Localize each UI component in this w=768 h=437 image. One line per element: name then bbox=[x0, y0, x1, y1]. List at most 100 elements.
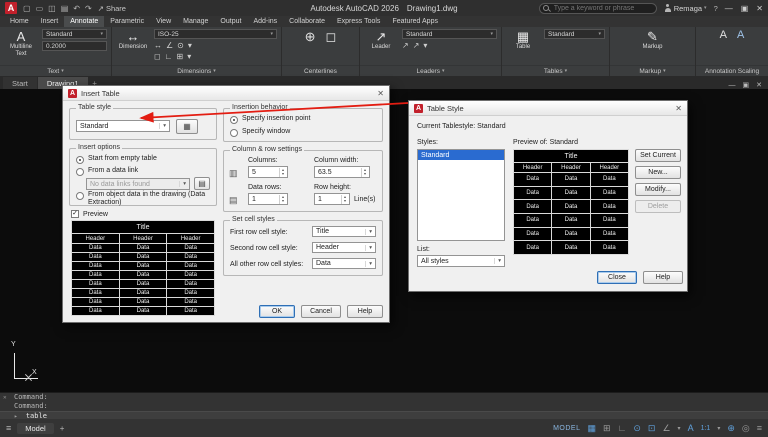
new-button[interactable]: New... bbox=[635, 166, 681, 179]
first-row-style-select[interactable]: Title bbox=[312, 226, 376, 237]
panel-label-tables[interactable]: Tables ▾ bbox=[502, 65, 609, 76]
annotation-scale-icon[interactable]: A bbox=[720, 29, 727, 41]
user-account[interactable]: Remaga ▾ bbox=[664, 4, 707, 13]
polar-tracking-icon[interactable]: ⊙ bbox=[633, 423, 641, 434]
new-layout-button[interactable]: + bbox=[60, 424, 65, 433]
leader-button[interactable]: ↗ Leader bbox=[364, 29, 398, 51]
radio-from-data-link[interactable]: From a data link bbox=[76, 167, 138, 176]
search-input[interactable] bbox=[538, 2, 657, 14]
close-icon[interactable]: ✕ bbox=[377, 89, 384, 98]
center-mark-icon[interactable]: ⊕ bbox=[305, 29, 316, 45]
ortho-icon[interactable]: ∟ bbox=[618, 423, 627, 433]
help-button[interactable]: Help bbox=[347, 305, 383, 318]
panel-label-centerlines[interactable]: Centerlines bbox=[282, 65, 359, 76]
new-icon[interactable]: ▢ bbox=[23, 4, 31, 13]
baseline-dim-icon[interactable]: ◻ bbox=[154, 52, 161, 61]
radio-specify-window[interactable]: Specify window bbox=[230, 128, 290, 137]
model-layout-tab[interactable]: Model bbox=[17, 422, 54, 434]
save-icon[interactable]: ◫ bbox=[48, 4, 56, 13]
centerline-icon[interactable]: ◻ bbox=[326, 29, 337, 45]
annotation-scale-value[interactable]: 1:1 bbox=[701, 425, 711, 432]
settings-icon[interactable]: ⊕ bbox=[727, 423, 735, 434]
angular-dim-icon[interactable]: ∠ bbox=[166, 41, 173, 50]
undo-icon[interactable]: ↶ bbox=[73, 4, 80, 13]
panel-label-annotation-scaling[interactable]: Annotation Scaling bbox=[696, 65, 768, 76]
radius-dim-icon[interactable]: ⊙ bbox=[177, 41, 184, 50]
other-rows-style-select[interactable]: Data bbox=[312, 258, 376, 269]
doc-minimize-icon[interactable]: — bbox=[729, 82, 736, 89]
remove-leader-icon[interactable]: ↗ bbox=[413, 41, 420, 50]
grid-icon[interactable]: ▦ bbox=[588, 423, 597, 434]
mleader-style-select[interactable]: Standard bbox=[402, 29, 497, 39]
radio-specify-insertion-point[interactable]: Specify insertion point bbox=[230, 115, 310, 124]
panel-label-markup[interactable]: Markup ▾ bbox=[610, 65, 695, 76]
launch-table-style-dialog-button[interactable]: ▦ bbox=[176, 119, 198, 134]
help-button[interactable]: Help bbox=[643, 271, 683, 284]
doc-close-icon[interactable]: ✕ bbox=[756, 81, 762, 89]
tab-home[interactable]: Home bbox=[4, 16, 35, 27]
text-height-field[interactable]: 0.2000 bbox=[42, 41, 107, 51]
column-width-spinner[interactable]: 63.5 bbox=[314, 166, 370, 178]
panel-label-leaders[interactable]: Leaders ▾ bbox=[360, 65, 501, 76]
close-icon[interactable]: ✕ bbox=[756, 4, 763, 13]
markup-button[interactable]: ✎ Markup bbox=[636, 29, 670, 51]
autocad-logo-icon[interactable]: A bbox=[5, 2, 17, 14]
tab-insert[interactable]: Insert bbox=[35, 16, 65, 27]
add-delete-scales-icon[interactable]: A bbox=[737, 29, 744, 41]
styles-list[interactable]: Standard bbox=[417, 149, 505, 241]
list-filter-select[interactable]: All styles bbox=[417, 255, 505, 267]
doc-restore-icon[interactable]: ▣ bbox=[743, 81, 750, 89]
panel-label-dimensions[interactable]: Dimensions ▾ bbox=[112, 65, 281, 76]
annotation-visibility-icon[interactable]: A bbox=[688, 423, 694, 433]
columns-spinner[interactable]: 5 bbox=[248, 166, 288, 178]
radio-from-object-data[interactable]: From object data in the drawing (Data Ex… bbox=[76, 191, 212, 208]
radio-start-from-empty-table[interactable]: Start from empty table bbox=[76, 155, 157, 164]
close-icon[interactable]: ✕ bbox=[675, 104, 682, 113]
print-icon[interactable]: ▤ bbox=[61, 4, 69, 13]
ok-button[interactable]: OK bbox=[259, 305, 295, 318]
layout-menu-icon[interactable]: ≡ bbox=[6, 423, 11, 433]
dynamic-input-icon[interactable]: ∠ bbox=[662, 423, 670, 434]
close-button[interactable]: Close bbox=[597, 271, 637, 284]
panel-label-text[interactable]: Text ▾ bbox=[0, 65, 111, 76]
modify-button[interactable]: Modify... bbox=[635, 183, 681, 196]
ordinate-dim-icon[interactable]: ∟ bbox=[165, 52, 173, 61]
help-icon[interactable]: ? bbox=[714, 4, 718, 13]
model-space-label[interactable]: MODEL bbox=[553, 425, 580, 432]
chevron-down-icon[interactable]: ▾ bbox=[717, 425, 720, 432]
set-current-button[interactable]: Set Current bbox=[635, 149, 681, 162]
tab-add-ins[interactable]: Add-ins bbox=[247, 16, 283, 27]
table-style-dialog-titlebar[interactable]: A Table Style ✕ bbox=[409, 101, 687, 116]
command-close-icon[interactable]: ✕ bbox=[3, 394, 7, 401]
tab-express-tools[interactable]: Express Tools bbox=[331, 16, 386, 27]
isolate-objects-icon[interactable]: ◎ bbox=[742, 423, 750, 434]
minimize-icon[interactable]: — bbox=[725, 4, 733, 13]
dimension-button[interactable]: ↔ Dimension bbox=[116, 29, 150, 51]
data-rows-spinner[interactable]: 1 bbox=[248, 193, 288, 205]
osnap-icon[interactable]: ⊡ bbox=[648, 423, 656, 434]
cancel-button[interactable]: Cancel bbox=[301, 305, 341, 318]
tab-featured-apps[interactable]: Featured Apps bbox=[386, 16, 444, 27]
table-style-ribbon-select[interactable]: Standard bbox=[544, 29, 605, 39]
text-style-select[interactable]: Standard bbox=[42, 29, 107, 39]
quick-dim-icon[interactable]: ⊞ bbox=[176, 52, 183, 61]
add-leader-icon[interactable]: ↗ bbox=[402, 41, 409, 50]
tab-annotate[interactable]: Annotate bbox=[64, 16, 105, 27]
tab-parametric[interactable]: Parametric bbox=[104, 16, 150, 27]
command-line-panel[interactable]: ✕ Command: Command: ▸ _table bbox=[0, 392, 768, 420]
data-link-manager-button[interactable]: ▤ bbox=[194, 177, 210, 190]
chevron-down-icon[interactable]: ▾ bbox=[188, 41, 192, 50]
row-height-spinner[interactable]: 1 bbox=[314, 193, 350, 205]
share-button[interactable]: ↗ Share bbox=[98, 4, 126, 13]
tab-view[interactable]: View bbox=[150, 16, 177, 27]
table-style-select[interactable]: Standard bbox=[76, 120, 170, 132]
second-row-style-select[interactable]: Header bbox=[312, 242, 376, 253]
table-button[interactable]: ▦ Table bbox=[506, 29, 540, 51]
redo-icon[interactable]: ↷ bbox=[85, 4, 92, 13]
tab-collaborate[interactable]: Collaborate bbox=[283, 16, 331, 27]
linear-dim-icon[interactable]: ↔ bbox=[154, 41, 162, 50]
dim-style-select[interactable]: ISO-25 bbox=[154, 29, 277, 39]
preview-checkbox[interactable]: ✓ Preview bbox=[71, 210, 108, 218]
open-icon[interactable]: ▭ bbox=[36, 4, 44, 13]
snap-icon[interactable]: ⊞ bbox=[603, 423, 611, 434]
